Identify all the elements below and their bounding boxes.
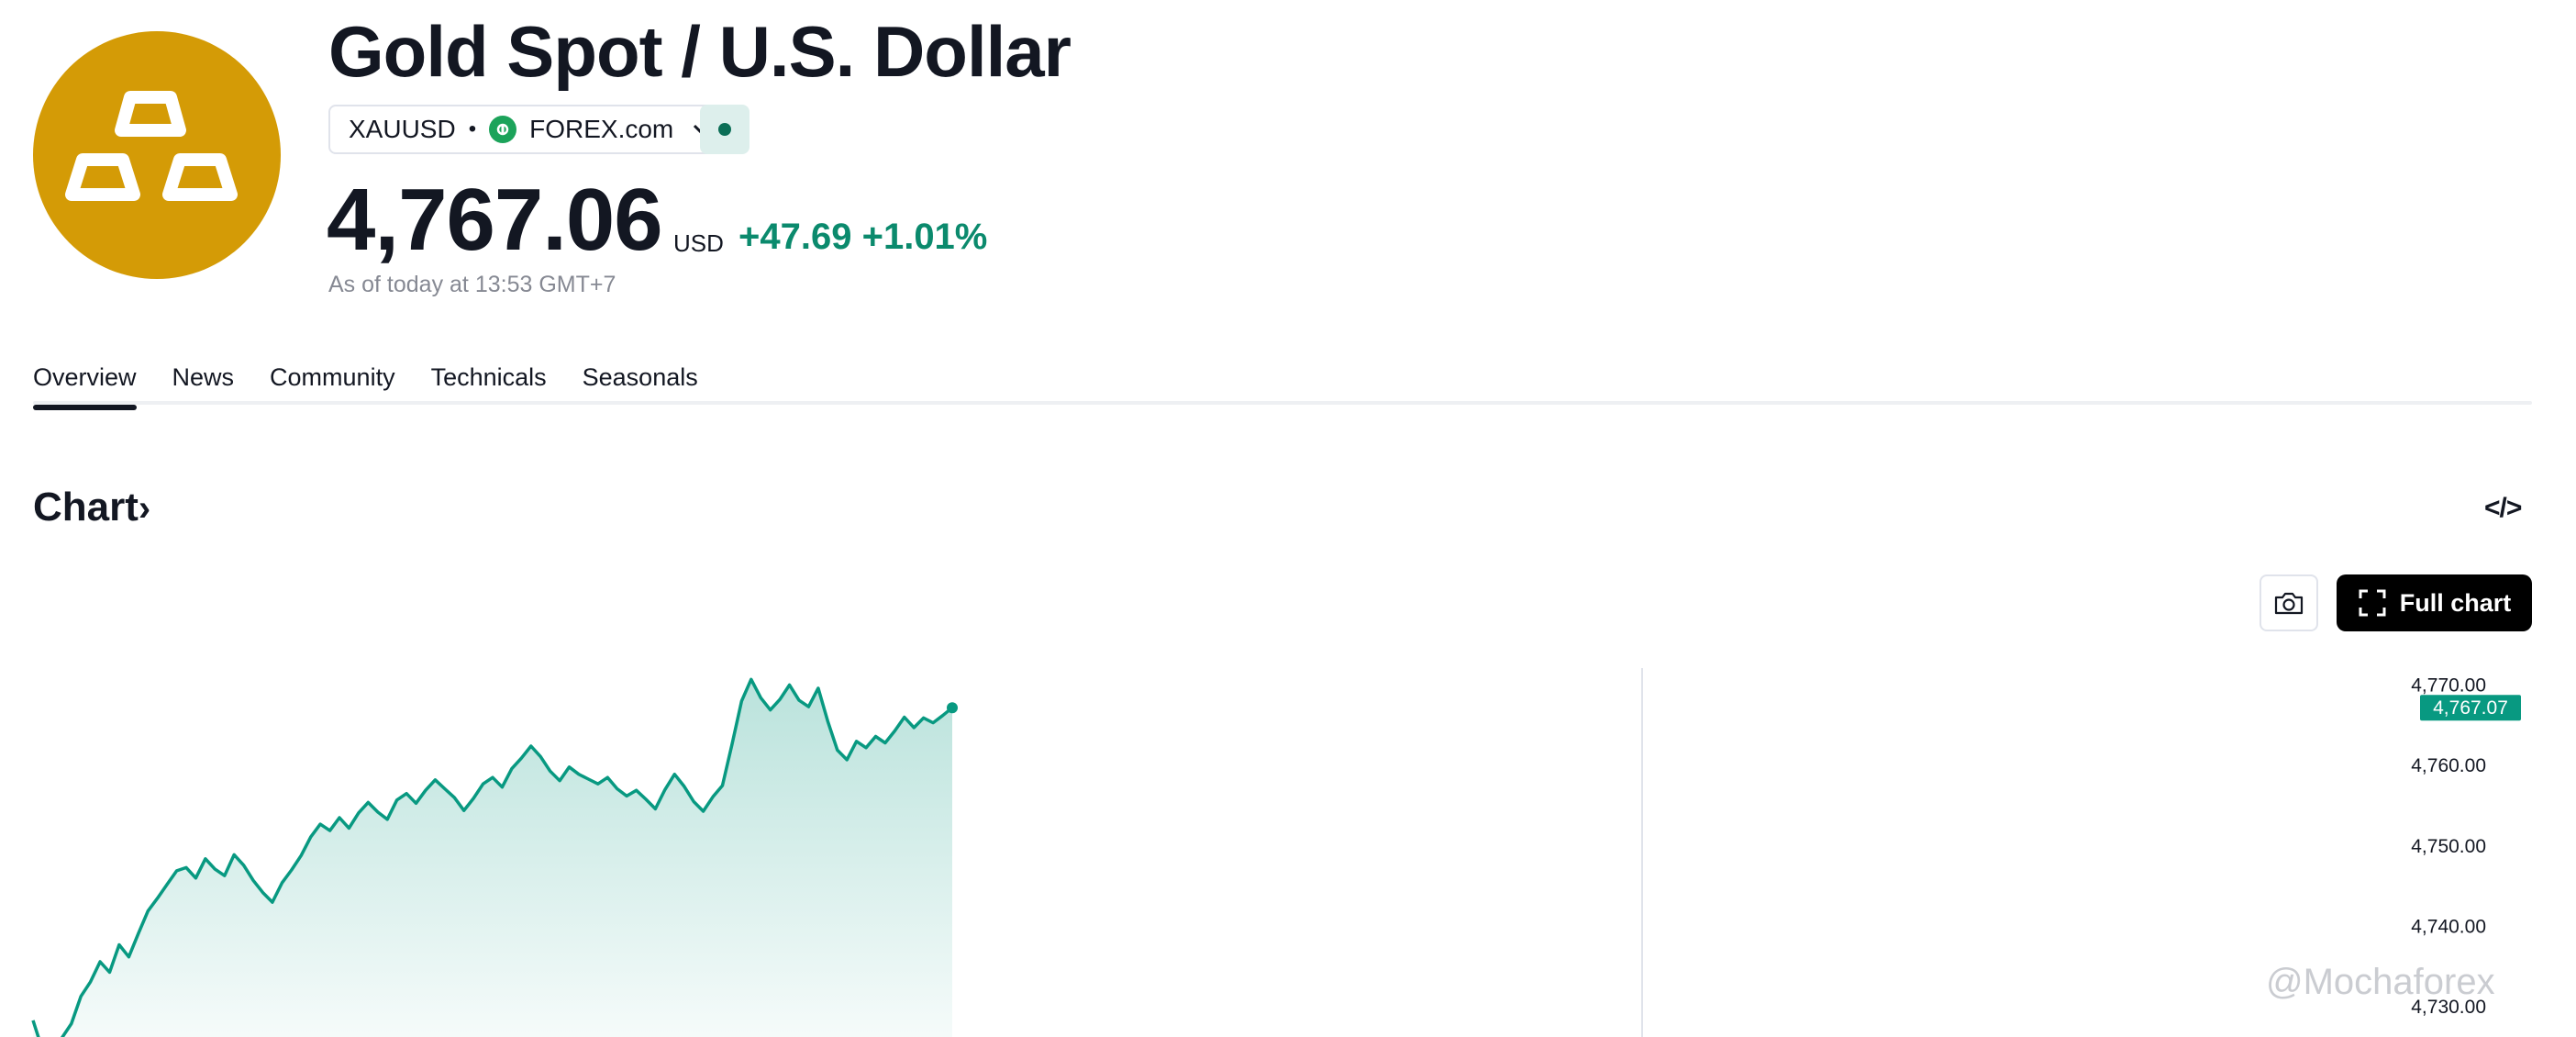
exchange-icon	[489, 116, 517, 143]
full-chart-button[interactable]: Full chart	[2337, 574, 2532, 631]
tabs-divider	[33, 401, 2532, 405]
market-status-button[interactable]	[700, 105, 749, 154]
y-tick-label: 4,760.00	[2411, 755, 2486, 776]
page-title: Gold Spot / U.S. Dollar	[328, 11, 1071, 92]
chart-section-link[interactable]: Chart›	[33, 485, 150, 530]
tab-technicals[interactable]: Technicals	[431, 363, 547, 407]
chevron-right-icon: ›	[138, 488, 151, 529]
fullscreen-icon	[2359, 589, 2386, 617]
embed-code-button[interactable]: </>	[2484, 493, 2522, 524]
symbol-exchange-selector[interactable]: XAUUSD • FOREX.com	[328, 105, 731, 154]
price-area	[33, 679, 952, 1037]
tab-news[interactable]: News	[172, 363, 235, 407]
symbol-label: XAUUSD	[349, 115, 456, 143]
full-chart-label: Full chart	[2399, 588, 2512, 617]
last-price-label: 4,767.07	[2420, 695, 2521, 721]
camera-icon	[2274, 592, 2304, 615]
exchange-label: FOREX.com	[529, 115, 674, 143]
price-change: +47.69 +1.01%	[738, 217, 987, 258]
gold-bars-icon	[65, 91, 238, 201]
market-open-dot-icon	[718, 123, 731, 136]
code-icon: </>	[2484, 493, 2522, 523]
tab-overview[interactable]: Overview	[33, 363, 137, 410]
last-price-label-text: 4,767.07	[2433, 697, 2508, 719]
price-currency: USD	[673, 229, 724, 257]
gold-bars-logo	[33, 31, 281, 279]
chart-heading: Chart	[33, 485, 139, 530]
y-tick-label: 4,750.00	[2411, 836, 2486, 857]
change-absolute: +47.69	[738, 217, 852, 257]
change-percent: +1.01%	[861, 217, 988, 257]
y-tick-label: 4,770.00	[2411, 675, 2486, 697]
y-tick-label: 4,740.00	[2411, 917, 2486, 938]
tab-community[interactable]: Community	[270, 363, 395, 407]
section-tabs: Overview News Community Technicals Seaso…	[33, 363, 698, 410]
snapshot-button[interactable]	[2260, 574, 2318, 631]
price-chart[interactable]: 4,770.004,760.004,750.004,740.004,730.00…	[0, 661, 2576, 1037]
tab-seasonals[interactable]: Seasonals	[583, 363, 698, 407]
as-of-timestamp: As of today at 13:53 GMT+7	[328, 272, 616, 297]
watermark: @Mochaforex	[2266, 962, 2495, 1002]
separator: •	[468, 117, 477, 141]
last-price-point	[947, 702, 958, 714]
last-price: 4,767.06	[327, 171, 663, 269]
